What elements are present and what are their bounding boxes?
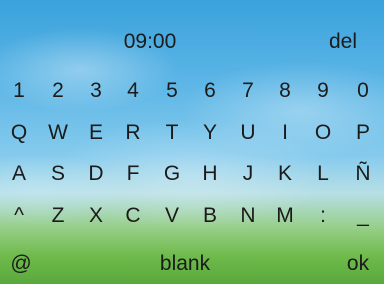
key-x[interactable]: X [80,198,112,234]
at-button[interactable]: @ [3,246,39,282]
key-9[interactable]: 9 [307,73,339,109]
key-y[interactable]: Y [194,115,226,151]
key-w[interactable]: W [42,115,74,151]
key-c[interactable]: C [117,198,149,234]
key-k[interactable]: K [269,156,301,192]
key-1[interactable]: 1 [3,73,35,109]
key-f[interactable]: F [117,156,149,192]
key-h[interactable]: H [194,156,226,192]
key-o[interactable]: O [307,115,339,151]
key-t[interactable]: T [156,115,188,151]
keyboard-screen: 09:00 del 1 2 3 4 5 6 7 8 9 0 Q W E R T … [0,0,384,284]
key-3[interactable]: 3 [80,73,112,109]
keyboard-row-2: A S D F G H J K L Ñ [0,156,384,192]
key-n-tilde[interactable]: Ñ [347,156,379,192]
key-2[interactable]: 2 [42,73,74,109]
key-l[interactable]: L [307,156,339,192]
key-4[interactable]: 4 [117,73,149,109]
ok-button[interactable]: ok [336,246,380,282]
key-u[interactable]: U [232,115,264,151]
key-n[interactable]: N [232,198,264,234]
key-6[interactable]: 6 [194,73,226,109]
key-j[interactable]: J [232,156,264,192]
key-m[interactable]: M [269,198,301,234]
key-s[interactable]: S [42,156,74,192]
keyboard-row-1: Q W E R T Y U I O P [0,115,384,151]
keyboard-row-3: ^ Z X C V B N M : _ [0,198,384,234]
key-i[interactable]: I [269,115,301,151]
clock-display: 09:00 [123,30,177,53]
keyboard-bottom-row: @ blank ok [0,246,384,282]
delete-button[interactable]: del [318,24,368,60]
key-a[interactable]: A [3,156,35,192]
key-caret[interactable]: ^ [3,198,35,234]
key-0[interactable]: 0 [347,73,379,109]
key-r[interactable]: R [117,115,149,151]
keyboard-row-digits: 1 2 3 4 5 6 7 8 9 0 [0,73,384,109]
key-g[interactable]: G [156,156,188,192]
key-q[interactable]: Q [3,115,35,151]
key-7[interactable]: 7 [232,73,264,109]
key-colon[interactable]: : [307,198,339,234]
key-z[interactable]: Z [42,198,74,234]
key-5[interactable]: 5 [156,73,188,109]
key-8[interactable]: 8 [269,73,301,109]
key-v[interactable]: V [156,198,188,234]
key-p[interactable]: P [347,115,379,151]
key-b[interactable]: B [194,198,226,234]
blank-button[interactable]: blank [130,246,240,282]
key-underscore[interactable]: _ [347,198,379,234]
key-d[interactable]: D [80,156,112,192]
key-e[interactable]: E [80,115,112,151]
